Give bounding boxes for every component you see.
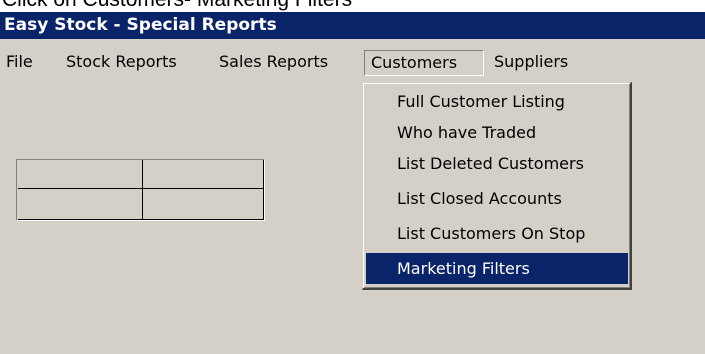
window-title: Easy Stock - Special Reports xyxy=(4,15,277,35)
menu-item-who-have-traded[interactable]: Who have Traded xyxy=(366,117,628,148)
menu-stock-reports[interactable]: Stock Reports xyxy=(60,50,183,76)
window-title-bar[interactable]: Easy Stock - Special Reports xyxy=(0,12,705,39)
grid-cell[interactable] xyxy=(143,189,264,219)
menu-item-list-customers-on-stop[interactable]: List Customers On Stop xyxy=(366,218,628,249)
instruction-caption-text: Click on Customers- Marketing Filters xyxy=(2,0,352,12)
menu-file[interactable]: File xyxy=(0,50,39,76)
menu-item-list-closed-accounts[interactable]: List Closed Accounts xyxy=(366,183,628,214)
grid-cell[interactable] xyxy=(18,189,143,219)
menu-sales-reports[interactable]: Sales Reports xyxy=(213,50,334,76)
menu-suppliers[interactable]: Suppliers xyxy=(488,50,574,76)
instruction-caption: Click on Customers- Marketing Filters xyxy=(0,0,705,12)
menu-customers[interactable]: Customers xyxy=(364,50,484,76)
menu-bar: File Stock Reports Sales Reports Custome… xyxy=(0,39,705,83)
grid-row xyxy=(18,189,264,220)
customers-dropdown-menu: Full Customer Listing Who have Traded Li… xyxy=(362,82,632,290)
grid-header-cell[interactable] xyxy=(143,160,264,188)
menu-item-list-deleted-customers[interactable]: List Deleted Customers xyxy=(366,148,628,179)
menu-item-marketing-filters[interactable]: Marketing Filters xyxy=(366,253,628,284)
data-grid[interactable] xyxy=(16,159,265,221)
grid-header-cell[interactable] xyxy=(18,160,143,188)
menu-item-full-customer-listing[interactable]: Full Customer Listing xyxy=(366,86,628,117)
grid-header-row xyxy=(18,160,264,189)
